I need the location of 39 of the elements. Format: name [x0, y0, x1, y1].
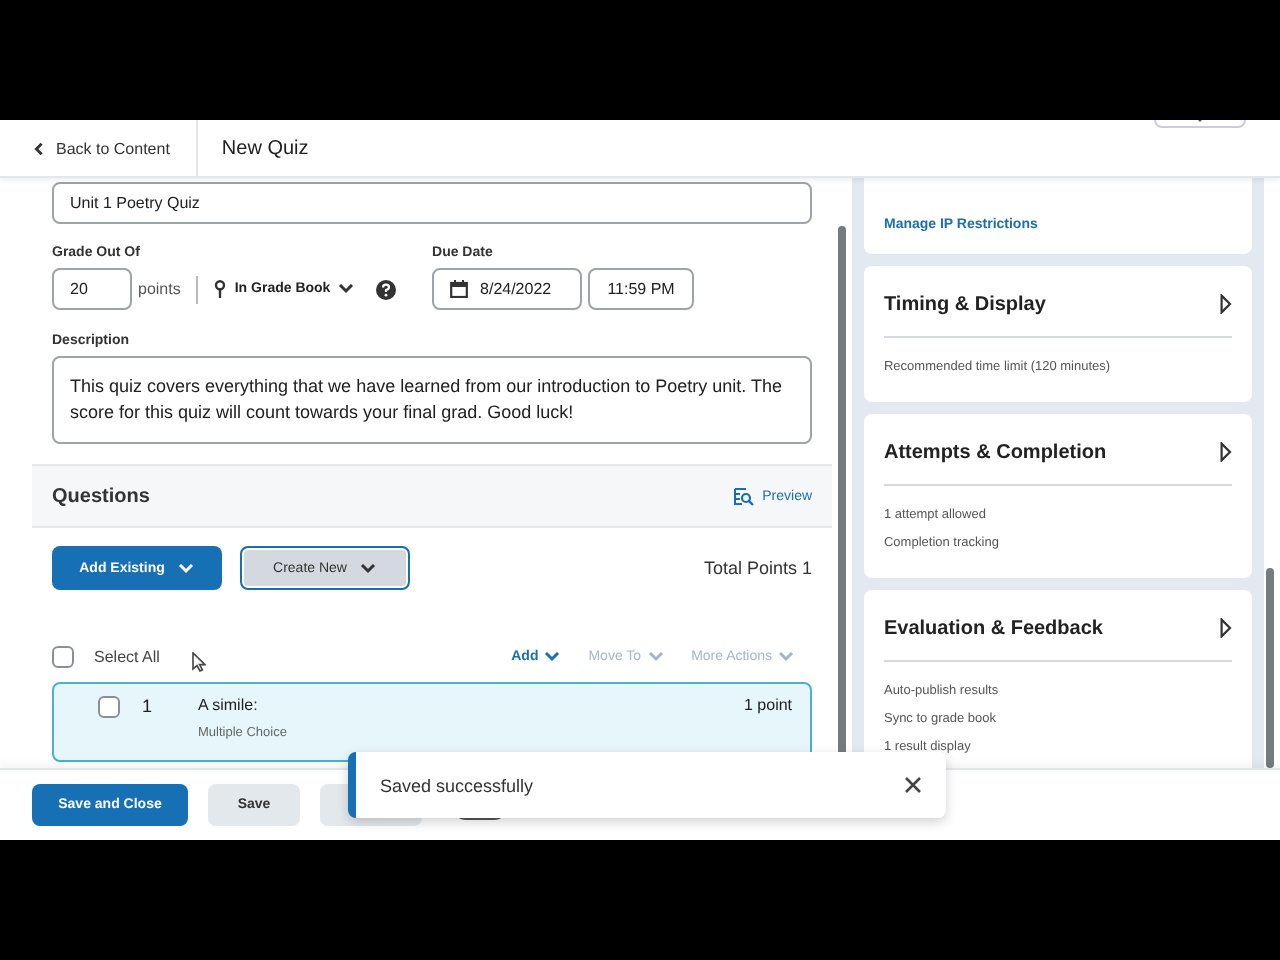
- mouse-pointer-icon: [191, 652, 206, 672]
- points-label: points: [138, 280, 181, 298]
- caret-icon: [544, 651, 561, 661]
- preview-icon: [734, 487, 755, 505]
- select-all-checkbox[interactable]: [52, 645, 74, 667]
- select-all-label: Select All: [94, 647, 160, 665]
- caret-icon: [778, 651, 795, 661]
- question-checkbox[interactable]: [98, 696, 120, 718]
- section-title: Questions: [52, 485, 150, 507]
- close-icon[interactable]: [904, 776, 922, 794]
- grade-input[interactable]: 20: [52, 268, 132, 310]
- caret-icon: [338, 284, 355, 294]
- question-number: 1: [142, 696, 155, 716]
- chevron-left-icon: [32, 141, 46, 155]
- expand-arrow-icon[interactable]: [1220, 618, 1233, 638]
- total-points: Total Points 1: [704, 558, 813, 578]
- page-title: New Quiz: [221, 137, 309, 159]
- scrollbar-thumb[interactable]: [838, 226, 847, 756]
- scrollbar-thumb[interactable]: [1266, 568, 1275, 768]
- date-value: 8/24/2022: [480, 280, 552, 298]
- caret-icon: [647, 651, 664, 661]
- card-title: Evaluation & Feedback: [883, 617, 1103, 639]
- question-title[interactable]: A simile:: [198, 696, 287, 714]
- question-points: 1 point: [744, 696, 793, 714]
- calendar-icon: [450, 280, 469, 298]
- expand-arrow-icon[interactable]: [1220, 294, 1233, 314]
- quiz-name-field[interactable]: Unit 1 Poetry Quiz: [52, 182, 813, 224]
- date-field[interactable]: 8/24/2022: [432, 268, 583, 310]
- card-title: Attempts & Completion: [883, 441, 1107, 463]
- description-field[interactable]: This quiz covers everything that we have learned from our introduction to Poetry unit. The score for this quiz will count towards your final grad. Good luck!: [52, 356, 813, 444]
- time-field[interactable]: 11:59 PM: [588, 268, 695, 310]
- caret-icon: [360, 563, 377, 573]
- expand-arrow-icon[interactable]: [1220, 442, 1233, 462]
- pin-icon: [214, 280, 227, 298]
- back-link[interactable]: Back to Content: [32, 139, 170, 157]
- help-icon[interactable]: [376, 279, 397, 299]
- caret-icon: [178, 563, 195, 573]
- toast-message: Saved successfully: [380, 775, 534, 795]
- card-title: Timing & Display: [883, 293, 1046, 315]
